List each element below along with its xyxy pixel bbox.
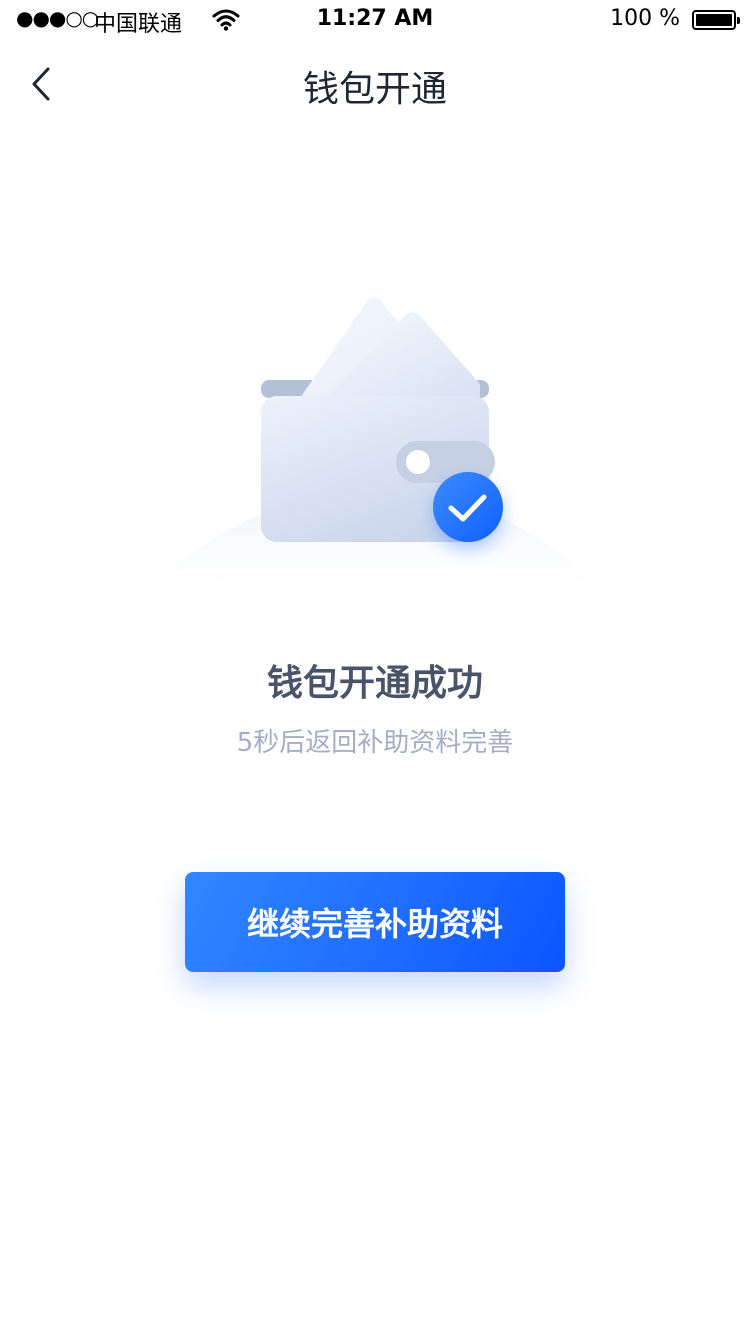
page-title: 钱包开通 bbox=[302, 69, 447, 110]
continue-button[interactable]: 继续完善补助资料 bbox=[185, 872, 565, 972]
check-badge bbox=[433, 472, 503, 542]
success-title: 钱包开通成功 bbox=[266, 663, 483, 704]
nav-bar: 钱包开通 bbox=[0, 40, 750, 128]
battery-icon bbox=[692, 10, 740, 30]
wallet-clasp-button bbox=[406, 450, 430, 474]
battery-percentage: 100 % bbox=[610, 6, 680, 31]
battery-cap bbox=[737, 17, 740, 24]
check-badge-circle bbox=[433, 472, 503, 542]
wallet-illustration bbox=[170, 297, 590, 603]
status-bar: ●●●○○ 中国联通 11:27 AM 100 % bbox=[0, 0, 750, 40]
countdown-subtitle: 5秒后返回补助资料完善 bbox=[236, 728, 514, 758]
battery-fill bbox=[696, 14, 732, 26]
